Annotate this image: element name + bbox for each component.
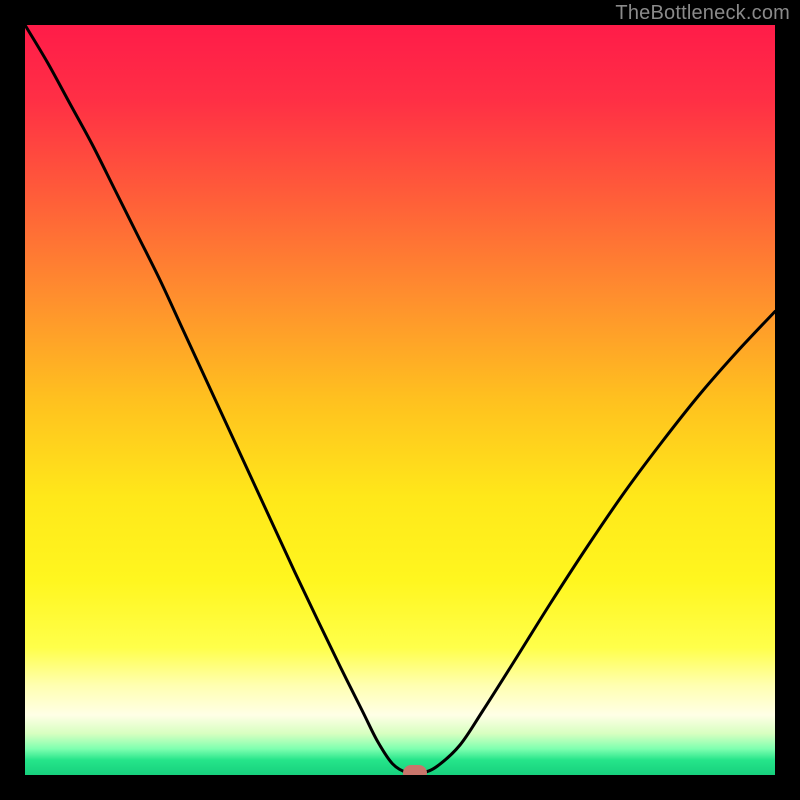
attribution-text: TheBottleneck.com bbox=[615, 2, 790, 25]
optimal-point-marker bbox=[403, 765, 427, 775]
plot-area bbox=[25, 25, 775, 775]
chart-frame: TheBottleneck.com bbox=[0, 0, 800, 800]
chart-svg bbox=[25, 25, 775, 775]
gradient-background bbox=[25, 25, 775, 775]
